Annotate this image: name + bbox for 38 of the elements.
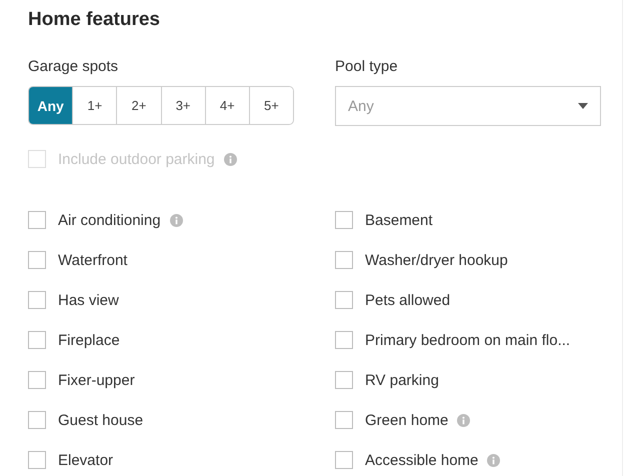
checkbox-label: Fireplace xyxy=(58,332,120,348)
checkbox[interactable] xyxy=(335,451,353,469)
checkbox-label: Include outdoor parking xyxy=(58,150,215,168)
checkbox-label: Accessible home xyxy=(365,452,478,468)
checkbox[interactable] xyxy=(28,331,46,349)
checkbox-label: Guest house xyxy=(58,412,144,428)
info-icon[interactable] xyxy=(487,454,500,466)
checkbox[interactable] xyxy=(335,331,353,349)
checkbox[interactable] xyxy=(335,211,353,229)
checkbox[interactable] xyxy=(335,371,353,389)
checkbox[interactable] xyxy=(335,291,353,309)
info-icon[interactable] xyxy=(457,414,470,426)
checkbox[interactable] xyxy=(28,251,46,269)
checkbox[interactable] xyxy=(28,451,46,469)
checkbox-label: Basement xyxy=(365,212,433,228)
checkbox-label: Washer/dryer hookup xyxy=(365,252,508,268)
checkbox-label: RV parking xyxy=(365,372,439,388)
checkbox-label: Waterfront xyxy=(58,252,128,268)
checkbox-label: Green home xyxy=(365,412,448,428)
checkbox[interactable] xyxy=(335,411,353,429)
checkbox[interactable] xyxy=(28,291,46,309)
info-icon[interactable] xyxy=(170,214,183,226)
checkbox-label: Has view xyxy=(58,292,119,308)
field-label: Pool type xyxy=(335,58,399,76)
checkbox-label: Elevator xyxy=(58,452,114,468)
checkbox[interactable] xyxy=(28,371,46,389)
checkbox-label: Primary bedroom on main flo... xyxy=(365,332,570,348)
checkbox[interactable] xyxy=(28,411,46,429)
segment-button[interactable]: 5+ xyxy=(248,87,293,124)
checkbox-label: Fixer-upper xyxy=(58,372,135,388)
checkbox[interactable] xyxy=(335,251,353,269)
checkbox-label: Air conditioning xyxy=(58,212,161,228)
section-title: Home features xyxy=(28,8,161,32)
field-label: Garage spots xyxy=(28,58,120,76)
checkbox[interactable] xyxy=(28,211,46,229)
segment-button[interactable]: Any xyxy=(29,87,72,124)
checkbox-label: Pets allowed xyxy=(365,292,450,308)
caret-icon xyxy=(578,103,588,109)
